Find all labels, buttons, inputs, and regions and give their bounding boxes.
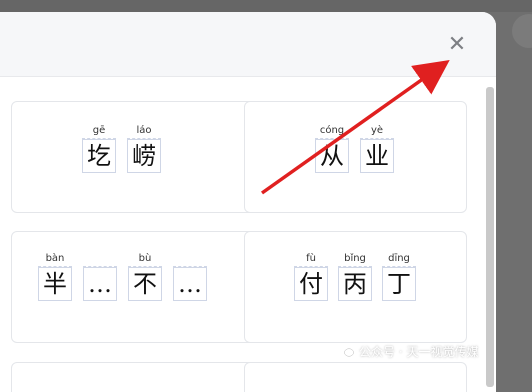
- hanzi: 半: [38, 267, 72, 301]
- hanzi: …: [83, 267, 117, 301]
- watermark: 公众号 · 天一视觉传媒: [338, 343, 478, 360]
- wechat-icon: [338, 345, 354, 357]
- char-cell: bù 不: [128, 251, 162, 301]
- pinyin: láo: [127, 123, 161, 139]
- dialog: ✕ gē 圪 láo 崂 cóng 从 yè 业 bàn 半 … bù 不 … …: [0, 12, 496, 392]
- hanzi: 从: [315, 139, 349, 173]
- hanzi: 付: [294, 267, 328, 301]
- hanzi: 丁: [382, 267, 416, 301]
- hanzi: 崂: [127, 139, 161, 173]
- char-cell: yè 业: [360, 123, 394, 173]
- char-cell: bàn 半: [38, 251, 72, 301]
- char-cell: bǐng 丙: [338, 251, 372, 301]
- watermark-text: 公众号 · 天一视觉传媒: [359, 345, 479, 359]
- pinyin: dīng: [382, 251, 416, 267]
- char-cell: cóng 从: [315, 123, 349, 173]
- word-card[interactable]: gē 圪 láo 崂: [11, 101, 263, 213]
- char-cell: fù 付: [294, 251, 328, 301]
- pinyin: gē: [82, 123, 116, 139]
- word-card[interactable]: cóng 从 yè 业: [244, 101, 467, 213]
- word-card[interactable]: fù 付 bǐng 丙 dīng 丁: [244, 231, 467, 343]
- pinyin: bù: [128, 251, 162, 267]
- char-cell: dīng 丁: [382, 251, 416, 301]
- word-card[interactable]: [11, 362, 263, 392]
- pinyin: bàn: [38, 251, 72, 267]
- word-card[interactable]: bàn 半 … bù 不 …: [11, 231, 263, 343]
- pinyin: bǐng: [338, 251, 372, 267]
- char-cell: …: [83, 251, 117, 301]
- word-card[interactable]: [244, 362, 467, 392]
- dialog-header: ✕: [0, 12, 496, 77]
- pinyin: [173, 251, 207, 267]
- background-overlay: [0, 0, 532, 12]
- hanzi: 不: [128, 267, 162, 301]
- close-icon[interactable]: ✕: [446, 34, 468, 56]
- hanzi: 圪: [82, 139, 116, 173]
- pinyin: [83, 251, 117, 267]
- hanzi: 业: [360, 139, 394, 173]
- avatar: [512, 14, 532, 48]
- hanzi: 丙: [338, 267, 372, 301]
- pinyin: fù: [294, 251, 328, 267]
- scrollbar[interactable]: [486, 87, 494, 387]
- hanzi: …: [173, 267, 207, 301]
- pinyin: yè: [360, 123, 394, 139]
- char-cell: gē 圪: [82, 123, 116, 173]
- char-cell: láo 崂: [127, 123, 161, 173]
- pinyin: cóng: [315, 123, 349, 139]
- char-cell: …: [173, 251, 207, 301]
